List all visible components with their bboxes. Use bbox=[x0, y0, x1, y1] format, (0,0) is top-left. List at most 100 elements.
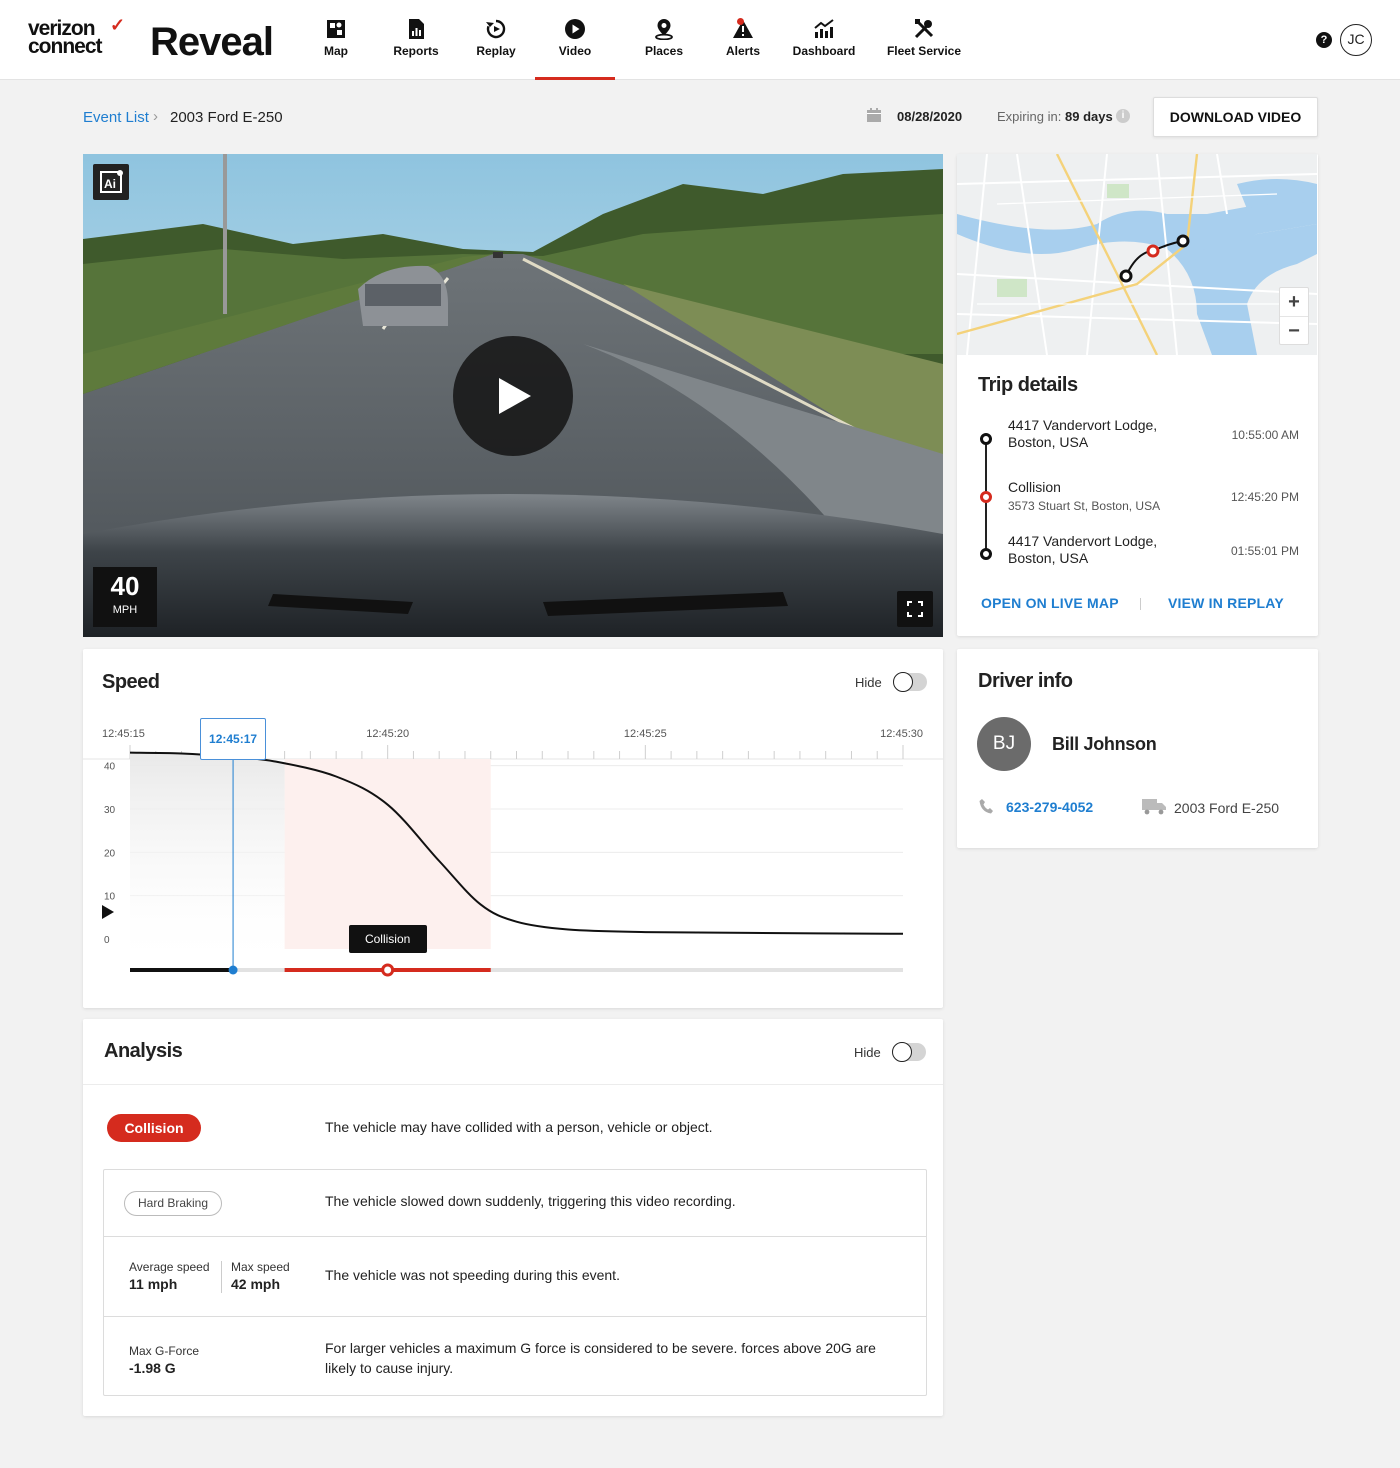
expiring-value: 89 days bbox=[1065, 109, 1113, 124]
speeding-description: The vehicle was not speeding during this… bbox=[325, 1267, 620, 1283]
fullscreen-button[interactable] bbox=[897, 591, 933, 627]
expiring-label: Expiring in: bbox=[997, 109, 1062, 124]
alert-notification-dot bbox=[737, 18, 744, 25]
nav-label: Places bbox=[644, 44, 684, 58]
trip-stop-start-time: 10:55:00 AM bbox=[1231, 428, 1299, 442]
open-on-live-map-link[interactable]: OPEN ON LIVE MAP bbox=[981, 595, 1119, 611]
top-navigation-bar: verizon connect ✓ Reveal Map Reports Rep… bbox=[0, 0, 1400, 80]
places-icon bbox=[655, 19, 673, 40]
collision-description: The vehicle may have collided with a per… bbox=[325, 1119, 713, 1135]
video-player[interactable]: Ai 40 MPH bbox=[83, 154, 943, 637]
fullscreen-icon bbox=[907, 601, 923, 617]
y-tick-label: 10 bbox=[104, 892, 116, 903]
trip-stop-start-place: 4417 Vandervort Lodge, Boston, USA bbox=[1008, 417, 1158, 450]
timeline-tick-label: 12:45:25 bbox=[624, 728, 667, 740]
hard-braking-badge: Hard Braking bbox=[124, 1191, 222, 1216]
nav-label: Fleet Service bbox=[886, 44, 962, 58]
trip-stop-collision-time: 12:45:20 PM bbox=[1230, 490, 1299, 504]
nav-label: Video bbox=[558, 44, 592, 58]
help-icon[interactable]: ? bbox=[1316, 32, 1332, 48]
nav-label: Dashboard bbox=[792, 44, 856, 58]
link-divider bbox=[1140, 598, 1141, 610]
view-in-replay-link[interactable]: VIEW IN REPLAY bbox=[1168, 595, 1284, 611]
timeline-tick-label: 12:45:30 bbox=[880, 728, 923, 740]
driver-avatar: BJ bbox=[977, 717, 1031, 771]
nav-label: Map bbox=[324, 44, 348, 58]
collision-marker[interactable] bbox=[381, 963, 395, 977]
speed-chart[interactable]: 12:45:15 12:45:20 12:45:25 12:45:30 0 10 20 30… bbox=[83, 719, 943, 1009]
driver-info-title: Driver info bbox=[978, 670, 1073, 692]
trip-stop-start-marker bbox=[980, 433, 992, 445]
toggle-knob bbox=[892, 1042, 912, 1062]
trip-map[interactable]: + − bbox=[957, 154, 1317, 355]
nav-item-replay[interactable]: Replay bbox=[470, 18, 522, 80]
phone-icon bbox=[979, 799, 993, 814]
speed-value: 40 bbox=[110, 571, 140, 601]
y-tick-label: 20 bbox=[104, 848, 116, 859]
speed-title: Speed bbox=[102, 671, 160, 693]
table-row-divider bbox=[104, 1236, 926, 1237]
analysis-hide-toggle[interactable] bbox=[892, 1042, 926, 1062]
verizon-connect-logo[interactable]: verizon connect ✓ bbox=[28, 16, 126, 57]
nav-item-dashboard[interactable]: Dashboard bbox=[789, 18, 859, 80]
ai-icon: Ai bbox=[100, 170, 123, 193]
driver-vehicle: 2003 Ford E-250 bbox=[1174, 800, 1280, 816]
collision-tooltip: Collision bbox=[348, 925, 427, 953]
trip-stop-end-marker bbox=[980, 548, 992, 560]
nav-label: Alerts bbox=[725, 44, 760, 58]
trip-stop-end-time: 01:55:01 PM bbox=[1230, 544, 1299, 558]
info-icon[interactable]: i bbox=[1116, 109, 1130, 123]
zoom-out-button[interactable]: − bbox=[1280, 316, 1308, 344]
chart-y-tick-labels: 0 10 20 30 40 bbox=[104, 762, 116, 946]
collision-badge: Collision bbox=[107, 1114, 201, 1142]
toggle-knob bbox=[893, 672, 913, 692]
max-g-force-value: -1.98 G bbox=[129, 1360, 176, 1376]
speed-hide-label: Hide bbox=[855, 675, 882, 690]
chart-play-icon[interactable] bbox=[102, 905, 114, 919]
nav-label: Reports bbox=[393, 44, 439, 58]
map-zoom-controls: + − bbox=[1279, 287, 1309, 345]
max-speed-value: 42 mph bbox=[231, 1276, 281, 1292]
trip-stop-collision-address: 3573 Stuart St, Boston, USA bbox=[1008, 499, 1161, 513]
zoom-in-button[interactable]: + bbox=[1280, 288, 1308, 316]
average-speed-value: 11 mph bbox=[129, 1276, 178, 1292]
analysis-hide-label: Hide bbox=[854, 1045, 881, 1060]
timeline-tick-label: 12:45:15 bbox=[102, 728, 145, 740]
nav-item-video[interactable]: Video bbox=[535, 18, 615, 80]
breadcrumb-event-list-link[interactable]: Event List bbox=[83, 109, 149, 126]
event-date: 08/28/2020 bbox=[897, 109, 963, 124]
playhead-handle[interactable] bbox=[228, 965, 238, 975]
max-speed-label: Max speed bbox=[231, 1260, 290, 1274]
truck-icon bbox=[1142, 799, 1166, 815]
max-g-force-label: Max G-Force bbox=[129, 1344, 200, 1358]
reports-icon bbox=[409, 19, 424, 39]
y-tick-label: 30 bbox=[104, 805, 116, 816]
nav-item-places[interactable]: Places bbox=[640, 18, 688, 80]
nav-item-alerts[interactable]: Alerts bbox=[720, 18, 766, 80]
svg-text:Ai: Ai bbox=[104, 177, 116, 191]
table-row-divider bbox=[104, 1316, 926, 1317]
calendar-icon bbox=[867, 108, 881, 122]
user-avatar[interactable]: JC bbox=[1340, 24, 1372, 56]
trip-stop-collision-marker bbox=[980, 491, 992, 503]
nav-item-reports[interactable]: Reports bbox=[388, 18, 444, 80]
collision-highlight-band bbox=[284, 759, 491, 949]
analysis-details-table: Hard Braking The vehicle slowed down sud… bbox=[103, 1169, 927, 1396]
play-icon bbox=[499, 378, 531, 414]
download-video-button[interactable]: DOWNLOAD VIDEO bbox=[1153, 97, 1318, 137]
video-icon bbox=[565, 19, 585, 39]
speed-hide-toggle[interactable] bbox=[893, 672, 927, 692]
trip-details-card: + − Trip details 4417 Vandervort Lodge, … bbox=[957, 154, 1318, 636]
speed-badge: 40 MPH bbox=[93, 567, 157, 627]
driver-name[interactable]: Bill Johnson bbox=[1052, 734, 1157, 755]
analysis-title: Analysis bbox=[104, 1040, 183, 1062]
fleet-service-icon bbox=[914, 19, 934, 39]
nav-item-fleet-service[interactable]: Fleet Service bbox=[884, 18, 964, 80]
analysis-header-divider bbox=[83, 1084, 943, 1085]
nav-item-map[interactable]: Map bbox=[316, 18, 356, 80]
dashboard-icon bbox=[814, 19, 834, 38]
play-button[interactable] bbox=[453, 336, 573, 456]
breadcrumb-current: 2003 Ford E-250 bbox=[170, 109, 283, 126]
driver-phone-link[interactable]: 623-279-4052 bbox=[1006, 799, 1093, 815]
trip-stop-collision-place: Collision bbox=[1008, 479, 1061, 495]
